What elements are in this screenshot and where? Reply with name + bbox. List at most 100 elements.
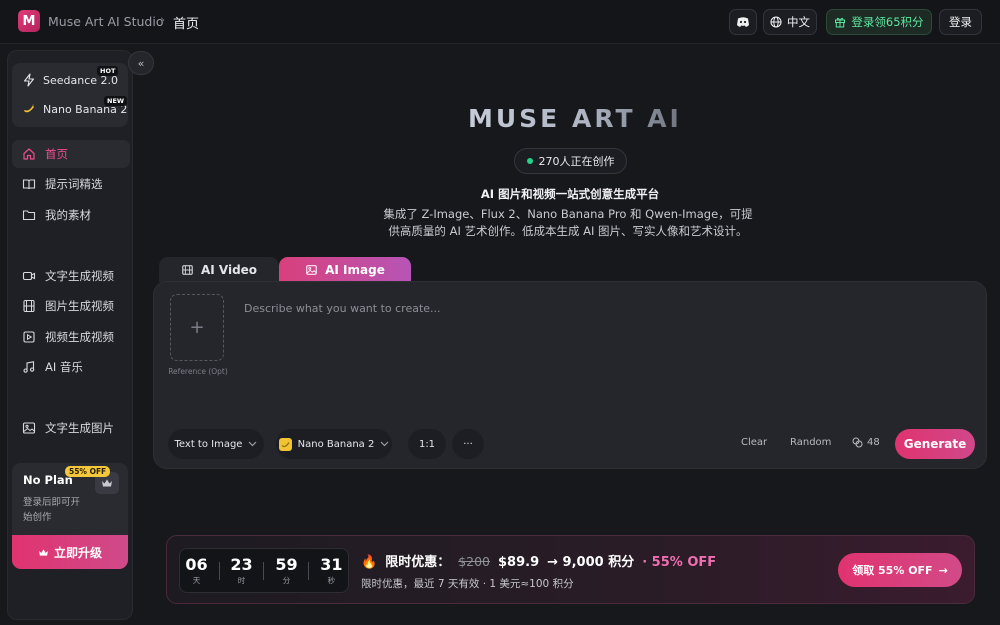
upgrade-discount-badge: 55% OFF bbox=[65, 466, 111, 477]
clear-button[interactable]: Clear bbox=[741, 437, 767, 448]
nav-text-to-image[interactable]: 文字生成图片 bbox=[12, 414, 130, 442]
mode-select[interactable]: Text to Image bbox=[168, 429, 264, 459]
nav-label: 我的素材 bbox=[45, 208, 91, 222]
prompt-composer: + Reference (Opt) Text to Image Nano Ban… bbox=[153, 281, 987, 469]
fire-icon: 🔥 bbox=[361, 555, 378, 570]
login-button[interactable]: 登录 bbox=[939, 9, 982, 35]
nav-label: 文字生成图片 bbox=[45, 421, 114, 435]
reference-label: Reference (Opt) bbox=[168, 367, 228, 376]
nav-text-to-video[interactable]: 文字生成视频 bbox=[12, 262, 130, 290]
credit-cost-value: 48 bbox=[867, 437, 880, 448]
live-creators-text: 270人正在创作 bbox=[538, 155, 615, 168]
nav-home[interactable]: 首页 bbox=[12, 140, 130, 168]
hero-description: 集成了 Z-Image、Flux 2、Nano Banana Pro 和 Qwe… bbox=[383, 207, 753, 238]
banana-icon bbox=[278, 437, 292, 451]
countdown-label: 天 bbox=[192, 576, 201, 585]
image-icon bbox=[306, 264, 317, 275]
live-creators-badge: 270人正在创作 bbox=[514, 148, 627, 174]
hero-tagline: AI 图片和视频一站式创意生成平台 bbox=[480, 187, 660, 201]
upgrade-label: 立即升级 bbox=[53, 545, 102, 560]
banana-icon bbox=[24, 104, 34, 113]
prompt-input[interactable] bbox=[244, 302, 944, 402]
collapse-sidebar-button[interactable]: « bbox=[128, 51, 154, 75]
image-icon bbox=[22, 422, 36, 434]
discord-icon bbox=[737, 17, 749, 27]
model-select[interactable]: Nano Banana 2 bbox=[276, 429, 392, 459]
countdown-hours: 23 时 bbox=[230, 555, 252, 586]
music-icon bbox=[23, 361, 35, 373]
nav-ai-music[interactable]: AI 音乐 bbox=[12, 353, 130, 381]
chevron-down-icon bbox=[380, 441, 389, 447]
signup-bonus-label: 登录领65积分 bbox=[851, 15, 924, 29]
countdown-seconds: 31 秒 bbox=[320, 555, 342, 586]
crown-icon bbox=[38, 548, 48, 556]
mode-value: Text to Image bbox=[174, 438, 243, 450]
countdown-value: 06 bbox=[185, 555, 208, 574]
offer-headline: 🔥 限时优惠： $200 $89.9 → 9,000 积分 · 55% OFF bbox=[361, 551, 716, 570]
more-options-button[interactable]: ··· bbox=[452, 429, 484, 459]
featured-models: Seedance 2.0 HOT Nano Banana 2 NEW bbox=[12, 63, 128, 127]
claim-label: 领取 55% OFF bbox=[852, 564, 933, 577]
hot-badge: HOT bbox=[97, 66, 119, 76]
nav-label: AI 音乐 bbox=[45, 360, 83, 374]
nav-video-to-video[interactable]: 视频生成视频 bbox=[12, 323, 130, 351]
hero-title-part1: MUSE bbox=[468, 104, 572, 133]
generate-button[interactable]: Generate bbox=[895, 429, 975, 459]
signup-bonus-button[interactable]: 登录领65积分 bbox=[826, 9, 932, 35]
hero-title: MUSE ART AI bbox=[468, 104, 682, 133]
tab-ai-video[interactable]: AI Video bbox=[159, 257, 279, 282]
countdown-divider bbox=[218, 561, 220, 580]
language-button[interactable]: 中文 bbox=[763, 9, 817, 35]
lightning-icon bbox=[23, 73, 35, 87]
folder-icon bbox=[22, 210, 36, 221]
top-bar: M Muse Art AI Studio › 首页 中文 登录领65积分 登录 bbox=[0, 0, 1000, 44]
chevrons-left-icon: « bbox=[137, 56, 145, 70]
limited-offer-banner: 06 天 23 时 59 分 31 秒 🔥 限时优惠： $200 $89.9 →… bbox=[166, 535, 975, 604]
plus-icon: + bbox=[189, 317, 205, 338]
offer-subline: 限时优惠，最近 7 天有效 · 1 美元≈100 积分 bbox=[361, 578, 574, 590]
sidebar: Seedance 2.0 HOT Nano Banana 2 NEW 首页 提示… bbox=[7, 50, 133, 620]
aspect-ratio-button[interactable]: 1:1 bbox=[408, 429, 446, 459]
discord-button[interactable] bbox=[729, 9, 757, 35]
countdown-label: 秒 bbox=[327, 576, 336, 585]
nav-image-to-video[interactable]: 图片生成视频 bbox=[12, 292, 130, 320]
random-button[interactable]: Random bbox=[790, 437, 831, 448]
nav-label: 视频生成视频 bbox=[45, 330, 114, 344]
hero-title-part2: ART AI bbox=[571, 104, 682, 133]
gift-icon bbox=[835, 17, 846, 28]
countdown-label: 时 bbox=[237, 576, 246, 585]
countdown-days: 06 天 bbox=[185, 555, 207, 586]
countdown-divider bbox=[263, 561, 265, 580]
claim-offer-button[interactable]: 领取 55% OFF → bbox=[838, 553, 962, 587]
tab-label: AI Image bbox=[325, 262, 385, 277]
video-icon bbox=[22, 271, 36, 281]
chevron-down-icon bbox=[249, 441, 257, 447]
tab-ai-image[interactable]: AI Image bbox=[279, 257, 411, 282]
breadcrumb-separator: › bbox=[160, 13, 166, 28]
offer-discount: · 55% OFF bbox=[642, 555, 717, 570]
offer-title: 限时优惠： bbox=[385, 555, 451, 570]
reference-upload[interactable]: + bbox=[170, 294, 224, 361]
model-value: Nano Banana 2 bbox=[297, 438, 375, 450]
nav-label: 图片生成视频 bbox=[45, 299, 114, 313]
upgrade-button[interactable]: 立即升级 bbox=[12, 535, 128, 569]
plan-card: No Plan 登录后即可开始创作 立即升级 bbox=[12, 463, 128, 569]
countdown-value: 59 bbox=[275, 555, 298, 574]
coins-icon bbox=[852, 437, 863, 448]
credit-cost: 48 bbox=[852, 437, 880, 448]
app-title[interactable]: Muse Art AI Studio bbox=[48, 14, 163, 29]
countdown-minutes: 59 分 bbox=[275, 555, 297, 586]
nav-assets[interactable]: 我的素材 bbox=[12, 201, 130, 229]
sale-price: $89.9 bbox=[498, 555, 540, 570]
app-logo[interactable]: M bbox=[18, 10, 40, 32]
new-badge: NEW bbox=[104, 96, 128, 106]
breadcrumb-current: 首页 bbox=[173, 17, 200, 32]
globe-icon bbox=[770, 16, 782, 28]
play-square-icon bbox=[23, 331, 35, 343]
offer-points: → 9,000 积分 bbox=[547, 555, 635, 570]
countdown-value: 31 bbox=[320, 555, 343, 574]
countdown-value: 23 bbox=[230, 555, 253, 574]
plan-description: 登录后即可开始创作 bbox=[23, 497, 81, 523]
countdown-timer: 06 天 23 时 59 分 31 秒 bbox=[179, 548, 349, 593]
home-icon bbox=[23, 148, 35, 160]
